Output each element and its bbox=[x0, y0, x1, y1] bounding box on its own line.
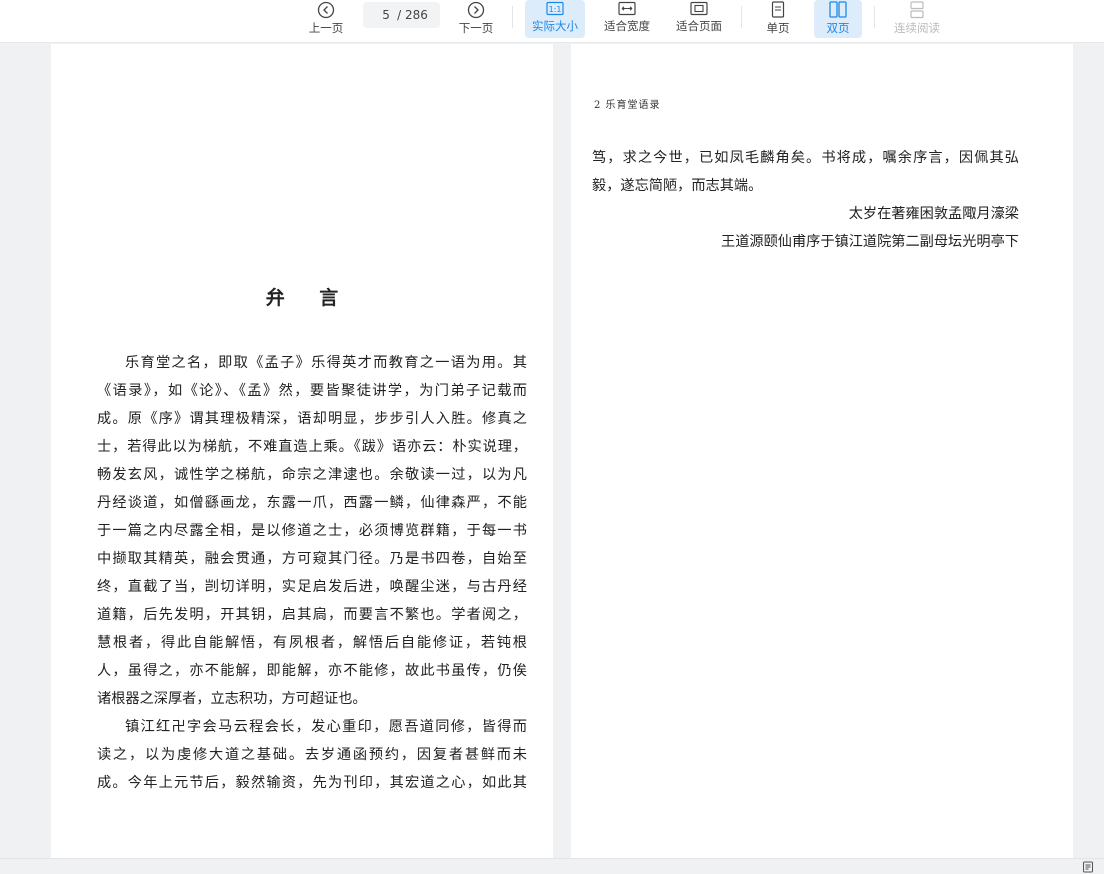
single-page-icon bbox=[771, 1, 785, 18]
fit-page-label: 适合页面 bbox=[676, 19, 722, 33]
continuous-read-icon bbox=[910, 1, 924, 19]
text-line: 成。今年上元节后，毅然输资，先为刊印，其宏道之心，如此其 bbox=[97, 775, 527, 791]
text-line: 笃，求之今世，已如凤毛麟角矣。书将成，嘱余序言，因佩其弘 bbox=[592, 150, 1019, 166]
prev-page-button[interactable]: 上一页 bbox=[304, 0, 348, 38]
toolbar-divider bbox=[874, 6, 875, 28]
text-line: 丹经谈道，如僧繇画龙，东露一爪，西露一鳞，仙律森严，不能 bbox=[97, 495, 527, 511]
left-page: 弁 言 乐育堂之名，即取《孟子》乐得英才而教育之一语为用。其 《语录》，如《论》… bbox=[51, 44, 553, 858]
page-total: / 286 bbox=[397, 8, 428, 22]
chevron-left-circle-icon bbox=[317, 1, 335, 19]
text-line: 人，虽得之，亦不能解，即能解，亦不能修，故此书虽传，仍俟 bbox=[97, 663, 527, 679]
actual-size-button[interactable]: 1:1 实际大小 bbox=[525, 0, 585, 38]
fit-width-button[interactable]: 适合宽度 bbox=[598, 0, 656, 38]
chevron-right-circle-icon bbox=[467, 1, 485, 19]
right-page-body: 笃，求之今世，已如凤毛麟角矣。书将成，嘱余序言，因佩其弘 毅，遂忘简陋，而志其端… bbox=[592, 144, 1019, 256]
single-page-label: 单页 bbox=[766, 21, 790, 35]
text-line: 《语录》，如《论》、《孟》然，要皆聚徒讲学，为门弟子记载而 bbox=[97, 383, 527, 399]
toolbar-divider bbox=[741, 6, 742, 28]
text-line: 镇江红卍字会马云程会长，发心重印，愿吾道同修，皆得而 bbox=[125, 719, 527, 735]
text-line: 乐育堂之名，即取《孟子》乐得英才而教育之一语为用。其 bbox=[125, 355, 527, 371]
text-line: 诸根器之深厚者，立志积功，方可超证也。 bbox=[97, 691, 367, 707]
double-page-icon bbox=[829, 1, 847, 18]
left-page-body: 乐育堂之名，即取《孟子》乐得英才而教育之一语为用。其 《语录》，如《论》、《孟》… bbox=[97, 349, 527, 797]
double-page-label: 双页 bbox=[826, 21, 850, 35]
prev-page-label: 上一页 bbox=[308, 21, 344, 35]
reader-toolbar: 上一页 / 286 下一页 1:1 实际大小 适合宽度 适合页面 bbox=[0, 0, 1104, 43]
page-indicator: / 286 bbox=[363, 2, 440, 28]
fit-page-icon bbox=[690, 1, 708, 16]
signature-author-line: 王道源颐仙甫序于镇江道院第二副母坛光明亭下 bbox=[721, 234, 1019, 250]
text-line: 于一篇之内尽露全相，是以修道之士，必须博览群籍，于每一书 bbox=[97, 523, 527, 539]
fit-page-button[interactable]: 适合页面 bbox=[670, 0, 728, 38]
fit-width-icon bbox=[618, 1, 636, 16]
notes-icon[interactable] bbox=[1082, 861, 1094, 873]
text-line: 终，直截了当，剀切详明，实足启发后进，唤醒尘迷，与古丹经 bbox=[97, 579, 527, 595]
next-page-button[interactable]: 下一页 bbox=[454, 0, 498, 38]
text-line: 畅发玄风，诚性学之梯航，命宗之津逮也。余敬读一过，以为凡 bbox=[97, 467, 527, 483]
running-head: 2 乐育堂语录 bbox=[594, 100, 661, 111]
actual-size-icon: 1:1 bbox=[546, 1, 564, 16]
status-bar bbox=[0, 858, 1104, 874]
signature-date-line: 太岁在著雍困敦孟陬月濠梁 bbox=[848, 206, 1019, 222]
text-line: 道籍，后先发明，开其钥，启其扃，而要言不繁也。学者阅之， bbox=[97, 607, 527, 623]
continuous-read-button[interactable]: 连续阅读 bbox=[888, 0, 946, 38]
next-page-label: 下一页 bbox=[458, 21, 494, 35]
double-page-button[interactable]: 双页 bbox=[814, 0, 862, 38]
toolbar-divider bbox=[512, 6, 513, 28]
right-page: 2 乐育堂语录 笃，求之今世，已如凤毛麟角矣。书将成，嘱余序言，因佩其弘 毅，遂… bbox=[571, 44, 1073, 858]
continuous-read-label: 连续阅读 bbox=[894, 21, 940, 35]
text-line: 成。原《序》谓其理极精深，语却明显，步步引人入胜。修真之 bbox=[97, 411, 527, 427]
text-line: 中撷取其精英，融会贯通，方可窥其门径。乃是书四卷，自始至 bbox=[97, 551, 527, 567]
text-line: 慧根者，得此自能解悟，有夙根者，解悟后自能修证，若钝根 bbox=[97, 635, 527, 651]
text-line: 毅，遂忘简陋，而志其端。 bbox=[592, 178, 763, 194]
page-number-input[interactable] bbox=[375, 8, 398, 22]
page-title: 弁 言 bbox=[265, 287, 353, 309]
single-page-button[interactable]: 单页 bbox=[758, 0, 798, 38]
text-line: 读之，以为虔修大道之基础。去岁通函预约，因复者甚鲜而未 bbox=[97, 747, 527, 763]
text-line: 士，若得此以为梯航，不难直造上乘。《跋》语亦云：朴实说理， bbox=[97, 439, 527, 455]
fit-width-label: 适合宽度 bbox=[604, 19, 650, 33]
svg-text:1:1: 1:1 bbox=[549, 5, 562, 14]
actual-size-label: 实际大小 bbox=[532, 19, 578, 33]
